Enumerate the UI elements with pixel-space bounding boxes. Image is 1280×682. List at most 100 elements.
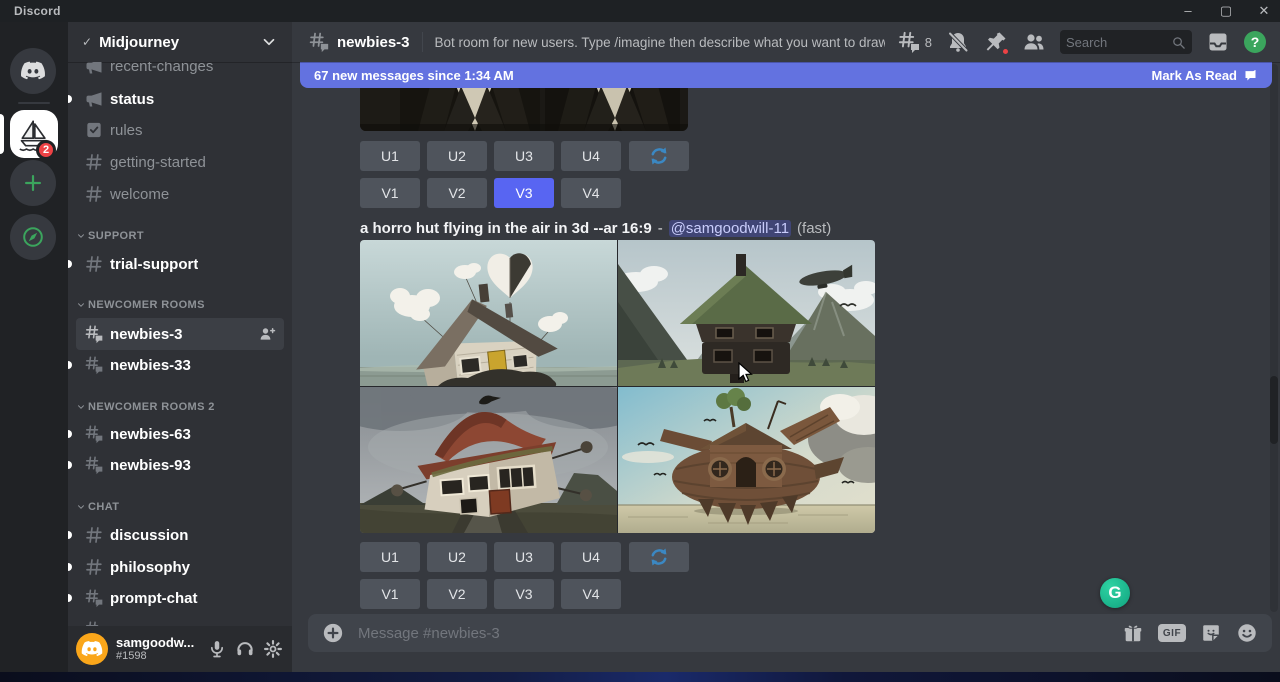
unread-indicator: [68, 260, 72, 268]
username: samgoodw...: [116, 635, 200, 650]
compass-icon: [21, 225, 45, 249]
add-server-button[interactable]: [10, 160, 56, 206]
channel-title: newbies-3: [337, 34, 410, 51]
help-button[interactable]: ?: [1244, 31, 1266, 53]
category-newcomer-rooms[interactable]: NEWCOMER ROOMS: [76, 298, 284, 312]
rules-icon: [84, 120, 104, 140]
generated-image-grid[interactable]: [360, 240, 875, 533]
member-list-icon[interactable]: [1022, 30, 1046, 54]
channel-topic[interactable]: Bot room for new users. Type /imagine th…: [435, 35, 885, 50]
channel-newbies-63[interactable]: newbies-63: [76, 419, 284, 449]
variation-button-v4[interactable]: V4: [561, 178, 621, 208]
mark-as-read-button[interactable]: Mark As Read: [1152, 68, 1259, 83]
upscale-button-u2[interactable]: U2: [427, 542, 487, 572]
upscale-button-u2[interactable]: U2: [427, 141, 487, 171]
explore-servers-button[interactable]: [10, 214, 56, 260]
gear-icon: [263, 639, 283, 659]
channel-discussion[interactable]: discussion: [76, 520, 284, 550]
selected-server-pill: [0, 114, 4, 154]
user-discriminator: #1598: [116, 650, 200, 663]
hash-chat-icon: [308, 31, 330, 53]
upscale-button-u3[interactable]: U3: [494, 141, 554, 171]
chat-scrollbar-track[interactable]: [1270, 64, 1278, 612]
gift-icon[interactable]: [1122, 622, 1144, 644]
chat-scrollbar-thumb[interactable]: [1270, 376, 1278, 444]
inbox-icon[interactable]: [1206, 30, 1230, 54]
channel-newbies-3[interactable]: newbies-3: [76, 318, 284, 350]
threads-icon[interactable]: [897, 30, 921, 54]
verified-badge-icon: ✓: [82, 35, 92, 49]
gif-picker-button[interactable]: GIF: [1158, 624, 1186, 642]
reroll-button[interactable]: [629, 542, 689, 572]
grammarly-badge[interactable]: G: [1100, 578, 1130, 608]
variation-button-v4[interactable]: V4: [561, 579, 621, 609]
generated-image-previous[interactable]: [360, 86, 688, 131]
deafen-button[interactable]: [234, 638, 256, 660]
variation-button-v2[interactable]: V2: [427, 579, 487, 609]
channel-welcome[interactable]: welcome: [76, 179, 284, 209]
notifications-muted-icon[interactable]: [946, 30, 970, 54]
hash-icon: [84, 152, 104, 172]
channel-trial-support[interactable]: trial-support: [76, 249, 284, 279]
reroll-icon: [649, 146, 669, 166]
channel-newbies-93[interactable]: newbies-93: [76, 450, 284, 480]
window-minimize-button[interactable]: –: [1180, 0, 1196, 22]
channel-status[interactable]: status: [76, 84, 284, 114]
variation-button-v2[interactable]: V2: [427, 178, 487, 208]
channel-recent-changes[interactable]: recent-changes: [76, 62, 284, 81]
upscale-button-u1[interactable]: U1: [360, 141, 420, 171]
variation-button-v3-selected[interactable]: V3: [494, 178, 554, 208]
user-info[interactable]: samgoodw... #1598: [116, 635, 200, 663]
category-newcomer-rooms-2[interactable]: NEWCOMER ROOMS 2: [76, 400, 284, 414]
sticker-icon[interactable]: [1200, 622, 1222, 644]
user-mention[interactable]: @samgoodwill-11: [669, 220, 791, 237]
mute-button[interactable]: [206, 638, 228, 660]
app-title: Discord: [14, 4, 61, 18]
channel-header: newbies-3 Bot room for new users. Type /…: [292, 22, 1280, 62]
variation-button-v1[interactable]: V1: [360, 579, 420, 609]
reroll-button[interactable]: [629, 141, 689, 171]
grid-image-1[interactable]: [360, 240, 617, 386]
plus-icon: [22, 172, 44, 194]
channel-partial[interactable]: [76, 615, 284, 626]
guild-header[interactable]: ✓ Midjourney: [68, 22, 292, 62]
message-input[interactable]: Message #newbies-3: [358, 625, 1108, 642]
grid-image-3[interactable]: [360, 387, 617, 533]
unread-indicator: [68, 95, 72, 103]
emoji-picker-icon[interactable]: [1236, 622, 1258, 644]
window-titlebar: Discord – ▢ ✕: [0, 0, 1280, 22]
grid-image-2[interactable]: [618, 240, 875, 386]
user-avatar[interactable]: [76, 633, 108, 665]
upscale-button-u4[interactable]: U4: [561, 141, 621, 171]
category-support[interactable]: SUPPORT: [76, 229, 284, 243]
upscale-button-u1[interactable]: U1: [360, 542, 420, 572]
create-invite-icon[interactable]: [258, 325, 276, 343]
announcement-icon: [84, 89, 104, 109]
upscale-button-u4[interactable]: U4: [561, 542, 621, 572]
variation-button-v3[interactable]: V3: [494, 579, 554, 609]
channel-prompt-chat[interactable]: prompt-chat: [76, 583, 284, 613]
channel-newbies-33[interactable]: newbies-33: [76, 350, 284, 380]
settings-button[interactable]: [262, 638, 284, 660]
category-chat[interactable]: CHAT: [76, 500, 284, 514]
window-maximize-button[interactable]: ▢: [1218, 0, 1234, 22]
reroll-icon: [649, 547, 669, 567]
channel-philosophy[interactable]: philosophy: [76, 552, 284, 582]
upscale-button-u3[interactable]: U3: [494, 542, 554, 572]
pinned-messages-button[interactable]: [984, 30, 1008, 54]
channel-rules[interactable]: rules: [76, 115, 284, 145]
threads-count: 8: [925, 35, 932, 50]
discord-window: Discord – ▢ ✕ 2 ✓ Midjourney: [0, 0, 1280, 682]
channel-getting-started[interactable]: getting-started: [76, 147, 284, 177]
window-close-button[interactable]: ✕: [1256, 0, 1272, 22]
grid-image-4[interactable]: [618, 387, 875, 533]
new-messages-banner[interactable]: 67 new messages since 1:34 AM Mark As Re…: [300, 62, 1272, 88]
home-button[interactable]: [10, 48, 56, 94]
variation-button-v1[interactable]: V1: [360, 178, 420, 208]
unread-indicator: [68, 563, 72, 571]
message-prompt-line: a horro hut flying in the air in 3d --ar…: [360, 217, 831, 239]
search-input[interactable]: Search: [1060, 30, 1192, 54]
attach-file-button[interactable]: [322, 622, 344, 644]
chevron-down-icon: [76, 502, 86, 512]
hash-icon: [84, 525, 104, 545]
